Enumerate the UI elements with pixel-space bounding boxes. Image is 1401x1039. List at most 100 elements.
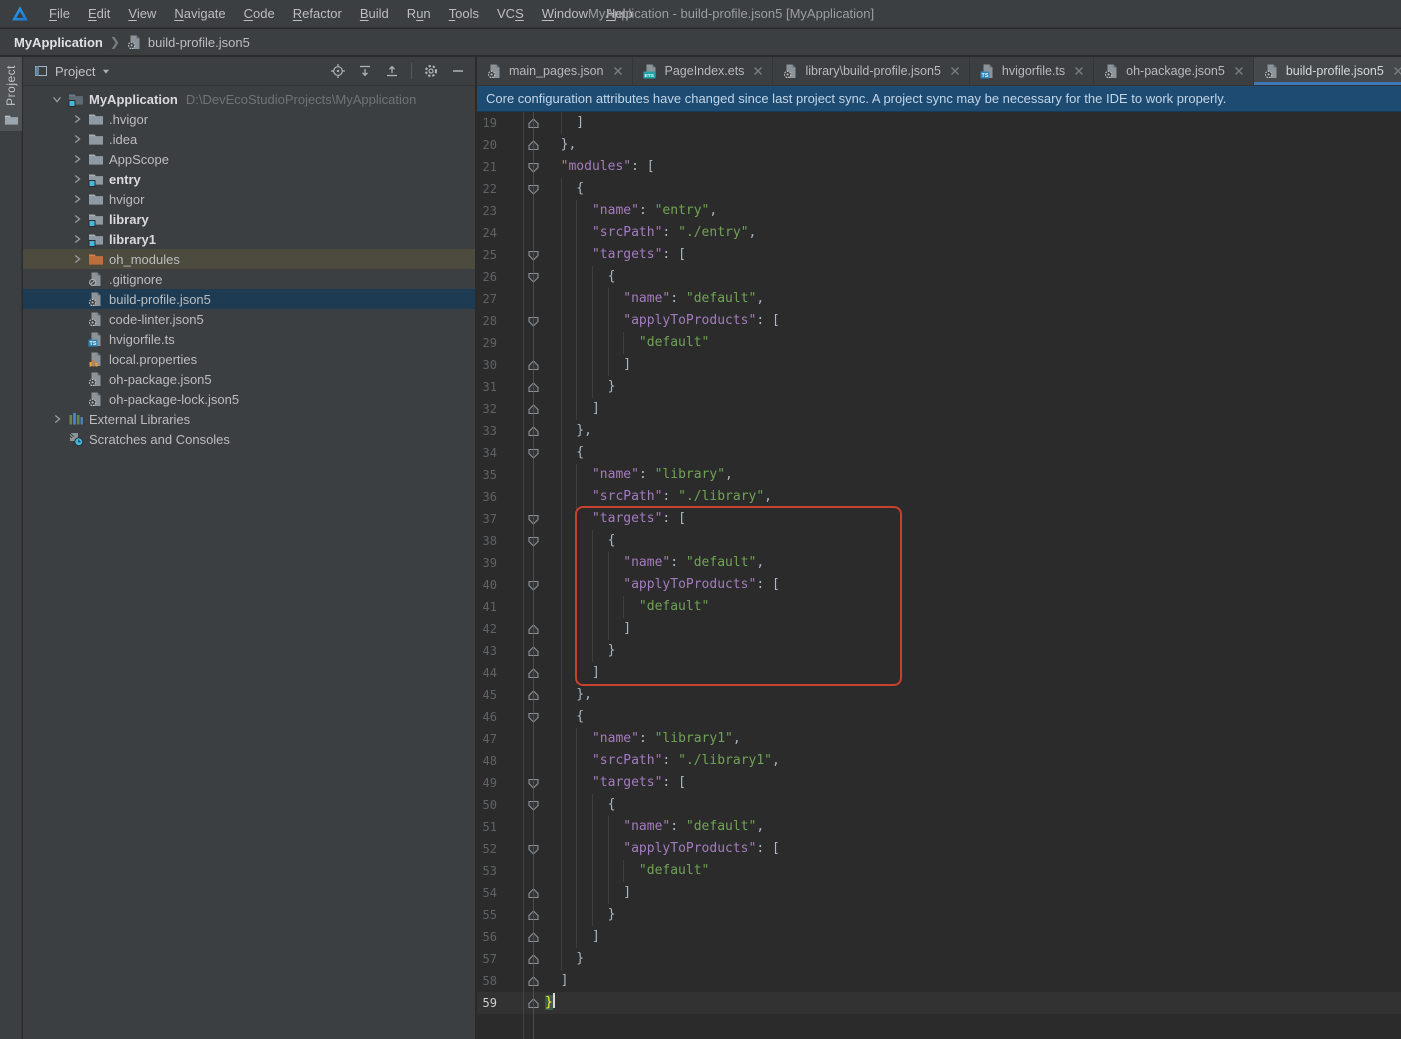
close-icon[interactable] bbox=[1073, 65, 1085, 77]
menu-edit[interactable]: Edit bbox=[79, 0, 119, 28]
code-editor[interactable]: 19 ] 20 }, 21 "modules": [ 22 { 23 "name… bbox=[477, 112, 1401, 1039]
menu-vcs[interactable]: VCS bbox=[488, 0, 533, 28]
tree-item-label: build-profile.json5 bbox=[109, 292, 211, 307]
editor-tab-build-profile-json5[interactable]: build-profile.json5 bbox=[1254, 57, 1401, 85]
code-line-23[interactable]: 23 "name": "entry", bbox=[477, 200, 1401, 222]
menu-build[interactable]: Build bbox=[351, 0, 398, 28]
tree-item-hvigorfile-ts[interactable]: TS hvigorfile.ts bbox=[23, 329, 475, 349]
expand-all-button[interactable] bbox=[354, 60, 376, 82]
code-line-52[interactable]: 52 "applyToProducts": [ bbox=[477, 838, 1401, 860]
tree-item-library[interactable]: library bbox=[23, 209, 475, 229]
code-line-26[interactable]: 26 { bbox=[477, 266, 1401, 288]
code-line-41[interactable]: 41 "default" bbox=[477, 596, 1401, 618]
code-line-32[interactable]: 32 ] bbox=[477, 398, 1401, 420]
code-line-44[interactable]: 44 ] bbox=[477, 662, 1401, 684]
line-number: 55 bbox=[477, 904, 497, 926]
code-line-22[interactable]: 22 { bbox=[477, 178, 1401, 200]
close-icon[interactable] bbox=[949, 65, 961, 77]
tree-item-local-properties[interactable]: local.properties bbox=[23, 349, 475, 369]
code-line-30[interactable]: 30 ] bbox=[477, 354, 1401, 376]
code-line-19[interactable]: 19 ] bbox=[477, 112, 1401, 134]
code-line-46[interactable]: 46 { bbox=[477, 706, 1401, 728]
code-line-28[interactable]: 28 "applyToProducts": [ bbox=[477, 310, 1401, 332]
code-line-34[interactable]: 34 { bbox=[477, 442, 1401, 464]
code-line-53[interactable]: 53 "default" bbox=[477, 860, 1401, 882]
stripe-tab-project[interactable]: Project bbox=[0, 57, 22, 131]
editor-tab-main-pages-json[interactable]: main_pages.json bbox=[477, 57, 633, 85]
tree-item-label: code-linter.json5 bbox=[109, 312, 204, 327]
code-line-54[interactable]: 54 ] bbox=[477, 882, 1401, 904]
hide-button[interactable] bbox=[447, 60, 469, 82]
code-line-47[interactable]: 47 "name": "library1", bbox=[477, 728, 1401, 750]
tree-item-idea[interactable]: .idea bbox=[23, 129, 475, 149]
menu-run[interactable]: Run bbox=[398, 0, 440, 28]
code-line-56[interactable]: 56 ] bbox=[477, 926, 1401, 948]
menu-file[interactable]: File bbox=[40, 0, 79, 28]
code-line-31[interactable]: 31 } bbox=[477, 376, 1401, 398]
breadcrumb-project[interactable]: MyApplication bbox=[14, 35, 103, 50]
code-line-38[interactable]: 38 { bbox=[477, 530, 1401, 552]
tree-item-entry[interactable]: entry bbox=[23, 169, 475, 189]
locate-button[interactable] bbox=[327, 60, 349, 82]
code-line-21[interactable]: 21 "modules": [ bbox=[477, 156, 1401, 178]
menu-navigate[interactable]: Navigate bbox=[165, 0, 234, 28]
code-line-51[interactable]: 51 "name": "default", bbox=[477, 816, 1401, 838]
settings-button[interactable] bbox=[420, 60, 442, 82]
code-line-25[interactable]: 25 "targets": [ bbox=[477, 244, 1401, 266]
editor-tab-oh-package-json5[interactable]: oh-package.json5 bbox=[1094, 57, 1254, 85]
breadcrumb-separator-icon: ❯ bbox=[110, 35, 120, 49]
code-line-40[interactable]: 40 "applyToProducts": [ bbox=[477, 574, 1401, 596]
code-line-59[interactable]: 59 } bbox=[477, 992, 1401, 1014]
collapse-all-button[interactable] bbox=[381, 60, 403, 82]
tree-item-library1[interactable]: library1 bbox=[23, 229, 475, 249]
code-line-20[interactable]: 20 }, bbox=[477, 134, 1401, 156]
code-line-49[interactable]: 49 "targets": [ bbox=[477, 772, 1401, 794]
code-line-33[interactable]: 33 }, bbox=[477, 420, 1401, 442]
code-line-35[interactable]: 35 "name": "library", bbox=[477, 464, 1401, 486]
code-line-29[interactable]: 29 "default" bbox=[477, 332, 1401, 354]
menu-refactor[interactable]: Refactor bbox=[284, 0, 351, 28]
close-icon[interactable] bbox=[612, 65, 624, 77]
chevron-down-icon[interactable] bbox=[99, 64, 113, 78]
code-line-37[interactable]: 37 "targets": [ bbox=[477, 508, 1401, 530]
project-panel-title[interactable]: Project bbox=[55, 64, 95, 79]
close-icon[interactable] bbox=[752, 65, 764, 77]
code-line-43[interactable]: 43 } bbox=[477, 640, 1401, 662]
tree-item-hvigor[interactable]: .hvigor bbox=[23, 109, 475, 129]
close-icon[interactable] bbox=[1392, 65, 1401, 77]
editor-tab-library-build-profile-json5[interactable]: library\build-profile.json5 bbox=[773, 57, 969, 85]
menu-tools[interactable]: Tools bbox=[440, 0, 488, 28]
menu-view[interactable]: View bbox=[119, 0, 165, 28]
tree-item-myapplication[interactable]: MyApplicationD:\DevEcoStudioProjects\MyA… bbox=[23, 89, 475, 109]
editor-tab-pageindex-ets[interactable]: ETS PageIndex.ets bbox=[633, 57, 774, 85]
code-line-24[interactable]: 24 "srcPath": "./entry", bbox=[477, 222, 1401, 244]
code-line-48[interactable]: 48 "srcPath": "./library1", bbox=[477, 750, 1401, 772]
tree-item-scratches-and-consoles[interactable]: Scratches and Consoles bbox=[23, 429, 475, 449]
tree-item-build-profile-json5[interactable]: build-profile.json5 bbox=[23, 289, 475, 309]
tree-item-appscope[interactable]: AppScope bbox=[23, 149, 475, 169]
code-line-50[interactable]: 50 { bbox=[477, 794, 1401, 816]
menu-code[interactable]: Code bbox=[235, 0, 284, 28]
tree-item-label: hvigor bbox=[109, 192, 144, 207]
code-line-36[interactable]: 36 "srcPath": "./library", bbox=[477, 486, 1401, 508]
code-line-45[interactable]: 45 }, bbox=[477, 684, 1401, 706]
project-tool-window-icon bbox=[4, 112, 19, 127]
tree-item-gitignore[interactable]: .gitignore bbox=[23, 269, 475, 289]
tree-item-oh-package-lock-json5[interactable]: oh-package-lock.json5 bbox=[23, 389, 475, 409]
code-line-42[interactable]: 42 ] bbox=[477, 618, 1401, 640]
tree-item-external-libraries[interactable]: External Libraries bbox=[23, 409, 475, 429]
breadcrumb-file[interactable]: build-profile.json5 bbox=[148, 35, 250, 50]
editor-tab-hvigorfile-ts[interactable]: TS hvigorfile.ts bbox=[970, 57, 1094, 85]
tree-item-oh-modules[interactable]: oh_modules bbox=[23, 249, 475, 269]
line-number: 31 bbox=[477, 376, 497, 398]
tree-item-oh-package-json5[interactable]: oh-package.json5 bbox=[23, 369, 475, 389]
code-line-39[interactable]: 39 "name": "default", bbox=[477, 552, 1401, 574]
code-line-27[interactable]: 27 "name": "default", bbox=[477, 288, 1401, 310]
tree-item-hvigor[interactable]: hvigor bbox=[23, 189, 475, 209]
code-text: { bbox=[545, 530, 615, 552]
code-line-57[interactable]: 57 } bbox=[477, 948, 1401, 970]
code-line-58[interactable]: 58 ] bbox=[477, 970, 1401, 992]
tree-item-code-linter-json5[interactable]: code-linter.json5 bbox=[23, 309, 475, 329]
close-icon[interactable] bbox=[1233, 65, 1245, 77]
code-line-55[interactable]: 55 } bbox=[477, 904, 1401, 926]
